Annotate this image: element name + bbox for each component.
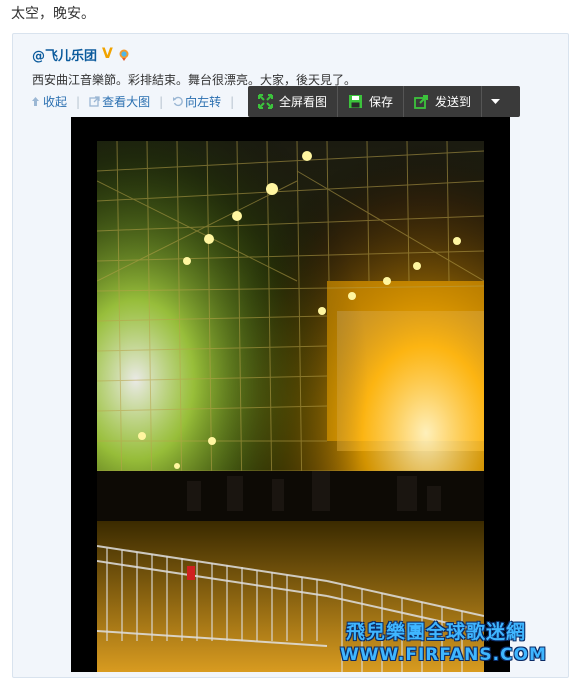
rotate-left-button[interactable]: 向左转 — [172, 93, 221, 110]
save-button[interactable]: 保存 — [338, 86, 405, 117]
save-label: 保存 — [369, 95, 394, 109]
concert-stage-photo[interactable] — [97, 141, 484, 672]
rotate-left-icon — [173, 96, 183, 107]
view-large-label: 查看大图 — [102, 95, 151, 109]
caret-down-icon — [490, 98, 500, 104]
send-to-button[interactable]: 发送到 — [404, 86, 483, 117]
status-text: 太空，晚安。 — [11, 6, 95, 22]
watermark: 飛兒樂團全球歌迷網 WWW.FIRFANS.COM — [340, 620, 570, 666]
author-name[interactable]: @飞儿乐团 — [32, 45, 97, 64]
divider: | — [159, 94, 164, 109]
post-actions: 收起 | 查看大图 | 向左转 | — [30, 93, 243, 110]
share-icon — [414, 95, 429, 109]
divider: | — [76, 94, 81, 109]
watermark-url: WWW.FIRFANS.COM — [340, 645, 547, 665]
medal-icon — [118, 49, 130, 61]
view-large-button[interactable]: 查看大图 — [89, 93, 150, 110]
collapse-label: 收起 — [43, 95, 68, 109]
verified-v-icon: V — [102, 46, 113, 62]
fullscreen-button[interactable]: 全屏看图 — [248, 86, 339, 117]
watermark-title: 飛兒樂團全球歌迷網 — [346, 621, 527, 643]
send-to-label: 发送到 — [435, 95, 472, 109]
post-author[interactable]: @飞儿乐团 V — [32, 45, 130, 64]
collapse-button[interactable]: 收起 — [30, 93, 67, 110]
expand-icon — [258, 94, 273, 109]
divider: | — [230, 94, 235, 109]
floppy-disk-icon — [349, 95, 363, 108]
external-link-icon — [89, 96, 100, 107]
arrow-up-icon — [32, 97, 39, 106]
fullscreen-label: 全屏看图 — [279, 95, 328, 109]
send-to-dropdown[interactable] — [482, 86, 508, 117]
image-toolbar: 全屏看图 保存 发送到 — [248, 86, 520, 117]
rotate-left-label: 向左转 — [185, 95, 222, 109]
